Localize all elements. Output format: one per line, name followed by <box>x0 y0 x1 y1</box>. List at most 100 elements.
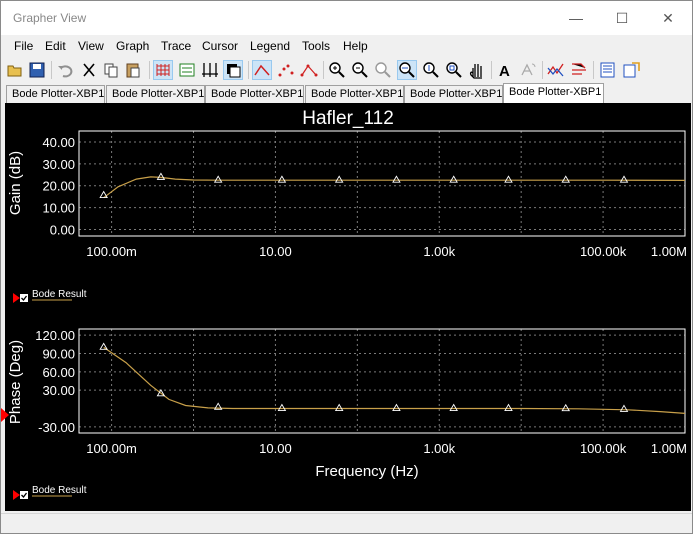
gain-y-ticks: 40.00 30.00 20.00 10.00 0.00 <box>42 135 75 238</box>
maximize-button[interactable]: ☐ <box>599 1 645 35</box>
tab-bode-plotter-1[interactable]: Bode Plotter-XBP1 <box>6 85 105 103</box>
phase-x-ticks: 100.00m 10.00 1.00k 100.00k 1.00M <box>86 441 687 456</box>
svg-text:A: A <box>499 63 510 80</box>
phase-y-label: Phase (Deg) <box>7 340 24 424</box>
print-preview-icon[interactable] <box>622 60 642 80</box>
data-point-marker <box>392 175 401 183</box>
export-icon[interactable] <box>569 60 589 80</box>
tab-bode-plotter-4[interactable]: Bode Plotter-XBP1 <box>305 85 404 103</box>
data-point-marker <box>156 172 166 180</box>
gain-legend[interactable]: Bode Result <box>13 289 87 303</box>
tab-bode-plotter-2[interactable]: Bode Plotter-XBP1 <box>106 85 205 103</box>
invert-colors-icon[interactable] <box>223 60 243 80</box>
y-tick-label: 20.00 <box>42 179 75 194</box>
legend-active-marker <box>13 490 20 500</box>
tab-bode-plotter-3[interactable]: Bode Plotter-XBP1 <box>205 85 304 103</box>
save-icon[interactable] <box>27 60 47 80</box>
data-point-marker <box>334 403 344 411</box>
data-point-marker <box>334 175 344 183</box>
data-point-marker <box>619 404 629 412</box>
show-points-icon[interactable] <box>276 60 296 80</box>
menu-cursor[interactable]: Cursor <box>202 39 238 53</box>
menu-legend[interactable]: Legend <box>250 39 290 53</box>
grid-icon[interactable] <box>153 60 173 80</box>
phase-grid <box>79 329 686 433</box>
bode-plot: Hafler_112 40.00 30.00 20.00 10.00 0.00 100.… <box>7 108 687 500</box>
zoom-box-icon[interactable] <box>444 60 464 80</box>
window-title: Grapher View <box>13 11 87 25</box>
zoom-y-icon[interactable] <box>421 60 441 80</box>
zoom-x-icon[interactable] <box>397 60 417 80</box>
y-tick-label: 30.00 <box>42 383 75 398</box>
toolbar-separator <box>323 61 324 79</box>
legend-icon[interactable] <box>177 60 197 80</box>
status-bar <box>1 513 692 533</box>
x-tick-label: 100.00m <box>86 441 137 456</box>
toggle-cursors-icon[interactable] <box>200 60 220 80</box>
y-tick-label: 0.00 <box>50 222 75 237</box>
data-point-marker <box>561 175 571 183</box>
plot-area[interactable]: Hafler_112 40.00 30.00 20.00 10.00 0.00 100.… <box>1 103 691 511</box>
toolbar-separator <box>149 61 150 79</box>
toolbar-separator <box>51 61 52 79</box>
zoom-full-icon[interactable] <box>373 60 393 80</box>
data-point-marker <box>213 175 223 183</box>
data-point-marker <box>449 175 458 183</box>
menu-tools[interactable]: Tools <box>302 39 330 53</box>
text-disabled-icon[interactable] <box>518 60 538 80</box>
menu-view[interactable]: View <box>78 39 104 53</box>
close-button[interactable]: ✕ <box>645 1 691 35</box>
title-bar: Grapher View — ☐ ✕ <box>1 1 692 35</box>
y-tick-label: 10.00 <box>42 201 75 216</box>
y-tick-label: 30.00 <box>42 157 75 172</box>
phase-axes-frame <box>78 328 686 434</box>
zoom-out-icon[interactable] <box>350 60 370 80</box>
menu-file[interactable]: File <box>14 39 33 53</box>
menu-bar: File Edit View Graph Trace Cursor Legend… <box>1 35 692 57</box>
x-tick-label: 1.00k <box>423 244 455 259</box>
cut-icon[interactable] <box>79 60 99 80</box>
close-icon: ✕ <box>662 9 674 26</box>
y-tick-label: 90.00 <box>42 346 75 361</box>
overlay-traces-icon[interactable] <box>546 60 566 80</box>
gain-grid <box>79 131 686 236</box>
paste-icon[interactable] <box>123 60 143 80</box>
gain-y-label: Gain (dB) <box>7 151 24 215</box>
tab-strip: Bode Plotter-XBP1 Bode Plotter-XBP1 Bode… <box>1 83 692 103</box>
gain-axes-frame <box>78 130 686 237</box>
x-tick-label: 1.00k <box>423 441 455 456</box>
text-icon[interactable]: A <box>495 60 515 80</box>
x-tick-label: 100.00m <box>86 244 137 259</box>
menu-help[interactable]: Help <box>343 39 368 53</box>
minimize-button[interactable]: — <box>553 1 599 35</box>
gain-x-ticks: 100.00m 10.00 1.00k 100.00k 1.00M <box>86 244 687 259</box>
x-tick-label: 100.00k <box>580 441 627 456</box>
phase-legend-checkbox[interactable] <box>20 491 28 499</box>
gain-legend-checkbox[interactable] <box>20 294 28 302</box>
x-tick-label: 10.00 <box>259 441 292 456</box>
chart-title: Hafler_112 <box>302 108 394 129</box>
toolbar-separator <box>491 61 492 79</box>
cursor-marker-icon[interactable] <box>1 408 9 422</box>
data-point-marker <box>277 403 287 411</box>
show-lines-points-icon[interactable] <box>299 60 319 80</box>
phase-legend[interactable]: Bode Result <box>13 485 87 500</box>
tab-bode-plotter-5[interactable]: Bode Plotter-XBP1 <box>404 85 503 103</box>
menu-graph[interactable]: Graph <box>116 39 149 53</box>
gain-legend-label: Bode Result <box>32 289 87 300</box>
tab-bode-plotter-6[interactable]: Bode Plotter-XBP1 <box>503 83 604 103</box>
data-point-marker <box>619 175 629 183</box>
y-tick-label: -30.00 <box>38 420 75 435</box>
menu-edit[interactable]: Edit <box>45 39 66 53</box>
print-icon[interactable] <box>598 60 618 80</box>
undo-icon[interactable] <box>55 60 75 80</box>
open-icon[interactable] <box>5 60 25 80</box>
show-lines-icon[interactable] <box>252 60 272 80</box>
copy-icon[interactable] <box>101 60 121 80</box>
pan-icon[interactable] <box>467 60 487 80</box>
data-point-marker <box>392 403 401 411</box>
menu-trace[interactable]: Trace <box>161 39 191 53</box>
maximize-icon: ☐ <box>615 9 629 26</box>
legend-active-marker <box>13 293 20 303</box>
zoom-in-icon[interactable] <box>327 60 347 80</box>
